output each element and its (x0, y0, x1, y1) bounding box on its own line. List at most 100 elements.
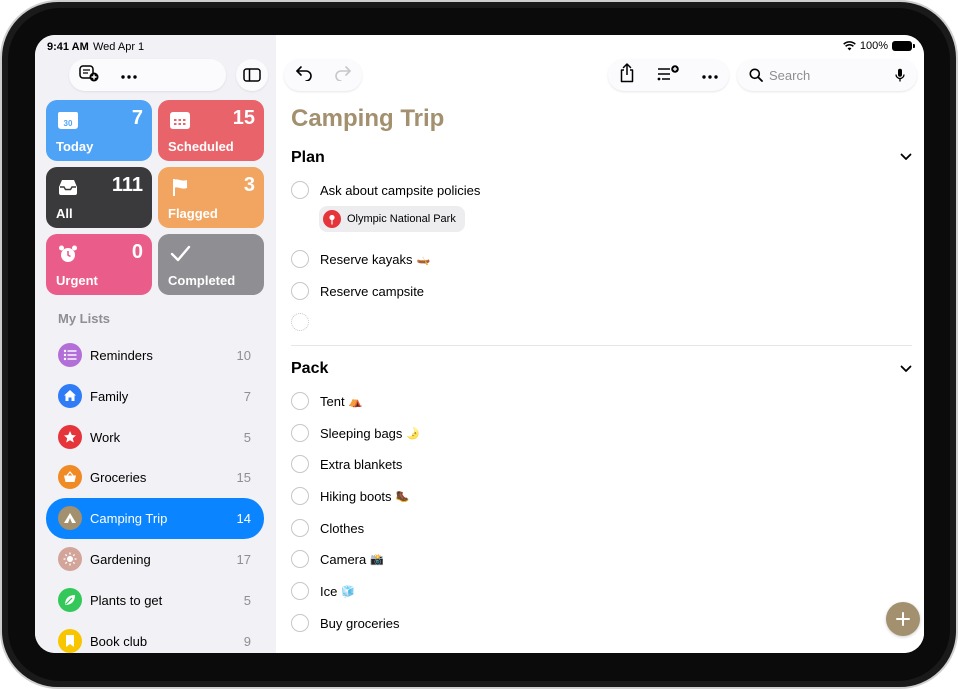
sidebar-item-family[interactable]: Family 7 (46, 376, 264, 417)
sidebar-item-count: 17 (236, 551, 251, 567)
battery-icon (892, 41, 915, 51)
urgent-count: 0 (131, 241, 143, 263)
reminder-checkbox[interactable] (291, 250, 309, 268)
sidebar-item-groceries[interactable]: Groceries 15 (46, 457, 264, 498)
status-right: 100% (843, 40, 915, 52)
microphone-icon[interactable] (895, 68, 905, 83)
reminder-checkbox[interactable] (291, 487, 309, 505)
reminder-title[interactable]: Camera (320, 552, 366, 567)
location-chip[interactable]: Olympic National Park (319, 206, 465, 232)
status-time: 9:41 AM (47, 41, 89, 53)
sidebar-item-label: Family (90, 388, 129, 404)
search-icon (749, 68, 763, 82)
sidebar-item-label: Work (90, 429, 121, 445)
reminder-title[interactable]: Reserve campsite (320, 284, 424, 299)
reminder-title[interactable]: Extra blankets (320, 457, 402, 472)
sidebar-item-plants-to-get[interactable]: Plants to get 5 (46, 580, 264, 621)
sidebar-item-count: 15 (236, 470, 251, 486)
sidebar-item-label: Camping Trip (90, 511, 168, 527)
kayak-emoji: 🛶 (416, 253, 431, 266)
sidebar-item-label: Book club (90, 633, 148, 649)
more-icon[interactable] (702, 66, 718, 84)
new-reminder-button[interactable] (886, 602, 920, 636)
sidebar-item-count: 10 (236, 348, 251, 363)
reminder-checkbox[interactable] (291, 181, 309, 199)
sun-icon (58, 546, 82, 571)
reminder-item: Reserve kayaks 🛶 (291, 249, 430, 269)
flag-icon (168, 175, 192, 199)
checkmark-icon (168, 242, 192, 266)
reminder-title[interactable]: Buy groceries (320, 616, 399, 631)
reminder-checkbox[interactable] (291, 519, 309, 537)
list-actions-group (608, 59, 729, 91)
add-section-icon[interactable] (657, 64, 680, 86)
reminder-title[interactable]: Sleeping bags (320, 426, 402, 441)
sidebar-item-gardening[interactable]: Gardening 17 (46, 539, 264, 580)
smart-list-all[interactable]: 111 All (46, 167, 152, 228)
sidebar-item-work[interactable]: Work 5 (46, 417, 264, 458)
reminder-item: Clothes (291, 518, 364, 538)
reminder-title[interactable]: Tent (320, 394, 345, 409)
tray-icon (56, 175, 80, 199)
urgent-label: Urgent (56, 273, 98, 288)
section-title-plan: Plan (291, 149, 325, 166)
my-lists: Reminders 10 Family 7 Work 5 Groceries 1… (46, 335, 264, 653)
smart-list-urgent[interactable]: 0 Urgent (46, 234, 152, 295)
sidebar-more-icon[interactable] (121, 66, 137, 84)
battery-percent: 100% (859, 40, 888, 52)
reminder-checkbox[interactable] (291, 424, 309, 442)
share-icon[interactable] (619, 62, 635, 88)
reminder-checkbox[interactable] (291, 392, 309, 410)
sidebar-item-reminders[interactable]: Reminders 10 (46, 335, 264, 376)
undo-icon[interactable] (295, 65, 313, 86)
sidebar-toggle-icon (243, 68, 261, 82)
sidebar-item-camping-trip[interactable]: Camping Trip 14 (46, 498, 264, 539)
sidebar-toolbar (69, 59, 226, 91)
sidebar-item-label: Groceries (90, 470, 147, 486)
location-label: Olympic National Park (347, 213, 456, 225)
leaf-icon (58, 587, 82, 612)
smart-list-today[interactable]: 30 7 Today (46, 100, 152, 161)
reminder-item: Tent ⛺ (291, 391, 362, 411)
reminder-checkbox[interactable] (291, 614, 309, 632)
smart-list-scheduled[interactable]: 15 Scheduled (158, 100, 264, 161)
bookmark-icon (58, 628, 82, 653)
reminder-title[interactable]: Clothes (320, 521, 364, 536)
new-reminder-placeholder[interactable] (291, 312, 309, 332)
section-divider (291, 345, 912, 346)
reminder-item: Ice 🧊 (291, 581, 355, 601)
sidebar-item-count: 7 (243, 388, 251, 404)
smart-list-flagged[interactable]: 3 Flagged (158, 167, 264, 228)
reminder-item: Camera 📸 (291, 549, 384, 569)
plus-icon (896, 612, 910, 626)
ice-emoji: 🧊 (341, 585, 356, 598)
list-icon (58, 343, 82, 367)
reminder-item: Buy groceries (291, 613, 399, 633)
reminder-checkbox[interactable] (291, 282, 309, 300)
reminder-title[interactable]: Ask about campsite policies (320, 183, 480, 198)
chevron-down-icon[interactable] (900, 153, 912, 161)
search-field[interactable]: Search (737, 59, 917, 91)
sidebar-toggle-button[interactable] (236, 59, 268, 91)
sidebar-item-label: Gardening (90, 551, 151, 567)
reminder-item: Reserve campsite (291, 281, 424, 301)
redo-icon[interactable] (334, 65, 352, 86)
reminder-title[interactable]: Reserve kayaks (320, 252, 412, 267)
reminder-checkbox[interactable] (291, 550, 309, 568)
sidebar-item-count: 5 (243, 592, 251, 608)
boot-emoji: 🥾 (395, 490, 410, 503)
sidebar-item-book-club[interactable]: Book club 9 (46, 621, 264, 653)
smart-lists-grid: 30 7 Today 15 Scheduled 111 All 3 Flagge… (46, 100, 264, 295)
reminder-title[interactable]: Ice (320, 584, 337, 599)
reminder-title[interactable]: Hiking boots (320, 489, 392, 504)
flagged-count: 3 (243, 174, 255, 196)
chevron-down-icon[interactable] (900, 365, 912, 373)
reminder-item: Ask about campsite policies (291, 180, 480, 200)
reminder-checkbox[interactable] (291, 455, 309, 473)
all-count: 111 (111, 174, 143, 196)
svg-text:30: 30 (64, 119, 73, 128)
add-list-icon[interactable] (79, 64, 99, 87)
smart-list-completed[interactable]: Completed (158, 234, 264, 295)
star-icon (58, 424, 82, 449)
reminder-checkbox[interactable] (291, 582, 309, 600)
